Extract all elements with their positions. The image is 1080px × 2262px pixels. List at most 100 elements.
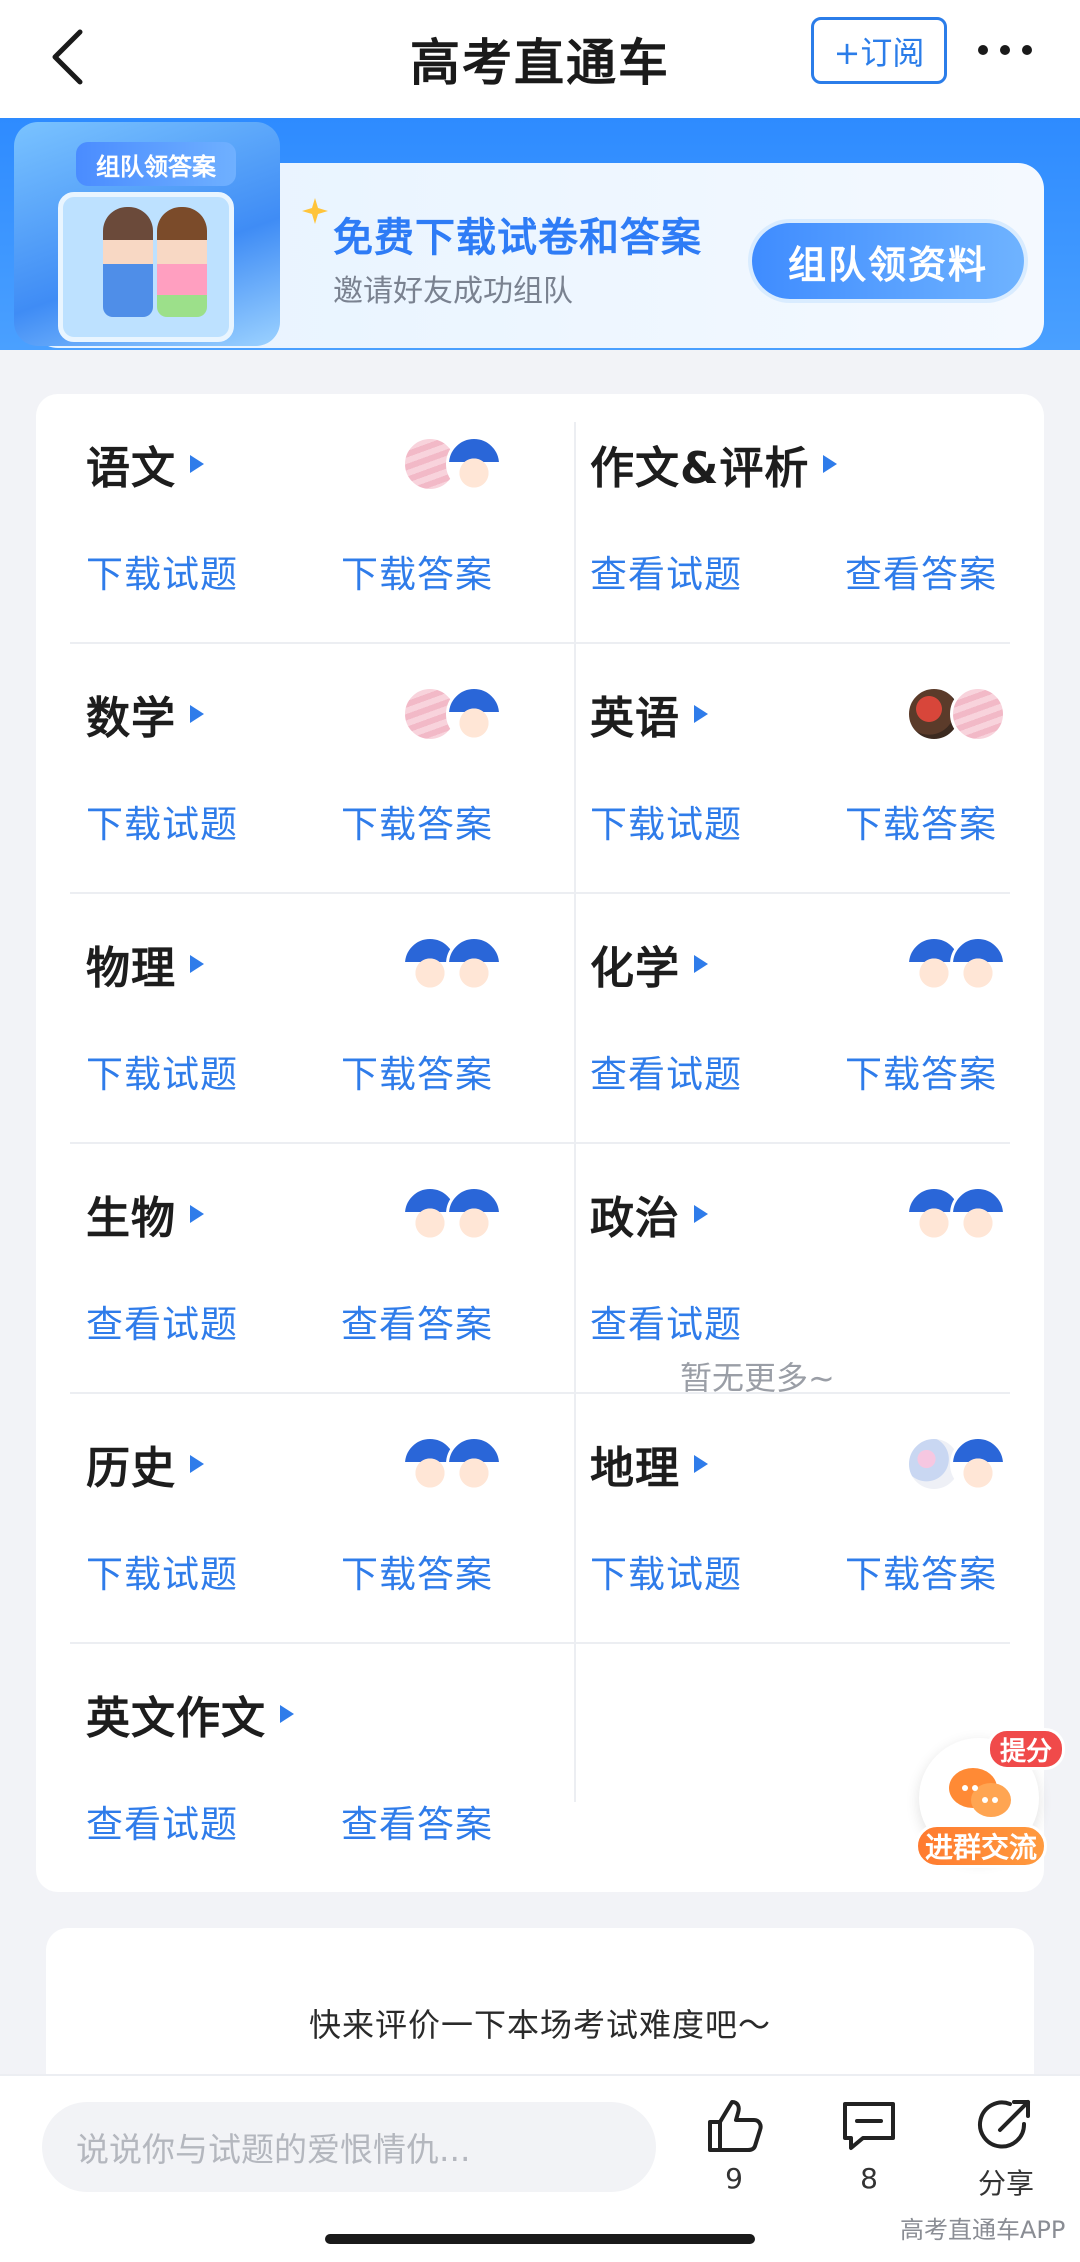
kid-figure [103,207,153,317]
subject-name: 历史 [86,1443,176,1494]
play-triangle-icon [280,1705,294,1723]
answer-link[interactable]: 下载答案 [341,1544,493,1598]
subject-header[interactable]: 物理 [86,932,206,996]
subject-header[interactable]: 地理 [590,1432,710,1496]
join-group-float-button[interactable]: 提分 进群交流 [915,1728,1065,1868]
comment-input[interactable]: 说说你与试题的爱恨情仇... [42,2102,656,2192]
question-link[interactable]: 查看试题 [590,1294,742,1348]
play-triangle-icon [694,705,708,723]
avatar [446,936,502,992]
avatar-group [402,436,502,492]
boost-badge: 提分 [987,1728,1065,1770]
app-watermark: 高考直通车APP [900,2216,1066,2244]
like-count: 9 [725,2162,743,2195]
subject-cell: 语文下载试题 下载答案 [36,394,540,644]
play-triangle-icon [694,1455,708,1473]
answer-link[interactable]: 查看答案 [341,1794,493,1848]
banner-subline: 邀请好友成功组队 [333,274,573,309]
avatar-group [906,936,1006,992]
subject-header[interactable]: 化学 [590,932,710,996]
subject-header[interactable]: 生物 [86,1182,206,1246]
avatar-group [402,686,502,742]
promo-banner[interactable]: 组队领答案 免费下载试卷和答案 邀请好友成功组队 组队领资料 [0,118,1080,350]
answer-link[interactable]: 下载答案 [341,1044,493,1098]
question-link[interactable]: 查看试题 [590,1044,742,1098]
subject-name: 化学 [590,943,680,994]
answer-link[interactable]: 查看答案 [341,1294,493,1348]
thumbs-up-icon [708,2100,763,2152]
team-up-button[interactable]: 组队领资料 [752,223,1024,299]
subject-name: 英文作文 [86,1693,266,1744]
share-label: 分享 [977,2167,1034,2200]
question-link[interactable]: 查看试题 [86,1294,238,1348]
avatar-group [402,1436,502,1492]
top-nav-bar: 高考直通车 +订阅 [0,0,1080,118]
answer-link[interactable]: 查看答案 [845,544,997,598]
play-triangle-icon [694,1205,708,1223]
avatar [950,686,1006,742]
avatar-group [402,936,502,992]
question-link[interactable]: 下载试题 [590,1544,742,1598]
subject-header[interactable]: 作文&评析 [590,432,839,496]
subject-name: 生物 [86,1193,176,1244]
subject-header[interactable]: 历史 [86,1432,206,1496]
avatar-group [906,1436,1006,1492]
sparkle-icon [302,198,328,224]
answer-link[interactable]: 下载答案 [341,794,493,848]
avatar [950,936,1006,992]
subject-header[interactable]: 数学 [86,682,206,746]
subject-name: 英语 [590,693,680,744]
subject-header[interactable]: 英文作文 [86,1682,296,1746]
comment-button[interactable]: 8 [819,2098,919,2195]
chevron-left-icon[interactable] [40,22,100,92]
subject-grid: 语文 下载试题 下载答案 作文&评析 查看试题 查看答案 数学 下载试题 下载答案 英语 下载试题下… [36,394,1044,1892]
question-link[interactable]: 下载试题 [86,1044,238,1098]
subject-cell: 英文作文查看试题 查看答案 [36,1644,540,1894]
subject-cell: 生物查看试题 查看答案 [36,1144,540,1394]
question-link[interactable]: 查看试题 [86,1794,238,1848]
play-triangle-icon [823,455,838,473]
subject-header[interactable]: 英语 [590,682,710,746]
kid-figure [157,207,207,317]
play-triangle-icon [190,705,204,723]
like-button[interactable]: 9 [684,2098,784,2195]
question-link[interactable]: 下载试题 [590,794,742,848]
no-more-text: 暂无更多~ [680,1359,835,1397]
subject-cell: 化学查看试题 下载答案 [540,894,1044,1144]
comment-count: 8 [860,2162,878,2195]
more-dots-icon[interactable] [975,40,1035,60]
subscribe-button[interactable]: +订阅 [811,17,947,84]
subject-name: 物理 [86,943,176,994]
play-triangle-icon [190,455,204,473]
comment-icon [843,2102,895,2150]
answer-link[interactable]: 下载答案 [845,1044,997,1098]
subject-cell: 历史下载试题 下载答案 [36,1394,540,1644]
question-link[interactable]: 下载试题 [86,794,238,848]
banner-art-title: 组队领答案 [76,142,236,186]
banner-headline: 免费下载试卷和答案 [333,215,702,261]
question-link[interactable]: 查看试题 [590,544,742,598]
avatar [446,1186,502,1242]
share-button[interactable]: 分享 [956,2098,1056,2202]
subject-name: 地理 [590,1443,680,1494]
banner-art-frame [58,192,234,342]
answer-link[interactable]: 下载答案 [845,794,997,848]
subject-cell: 英语下载试题 下载答案 [540,644,1044,894]
answer-link[interactable]: 下载答案 [845,1544,997,1598]
subject-cell: 作文&评析查看试题 查看答案 [540,394,1044,644]
avatar [950,1436,1006,1492]
chat-bubbles-icon [949,1768,1011,1817]
answer-link[interactable]: 下载答案 [341,544,493,598]
avatar-group [906,1186,1006,1242]
page-title: 高考直通车 [410,34,670,92]
subject-cell: 地理下载试题 下载答案 [540,1394,1044,1644]
rating-prompt: 快来评价一下本场考试难度吧～ [308,2006,771,2044]
question-link[interactable]: 下载试题 [86,1544,238,1598]
subject-header[interactable]: 语文 [86,432,206,496]
question-link[interactable]: 下载试题 [86,544,238,598]
subject-name: 数学 [86,693,176,744]
subject-header[interactable]: 政治 [590,1182,710,1246]
subject-name: 语文 [86,443,176,494]
play-triangle-icon [190,1455,204,1473]
page: 高考直通车 +订阅 组队领答案 免费下载试卷和答案 邀请好友成功组队 组队领资料 [0,0,1080,2262]
